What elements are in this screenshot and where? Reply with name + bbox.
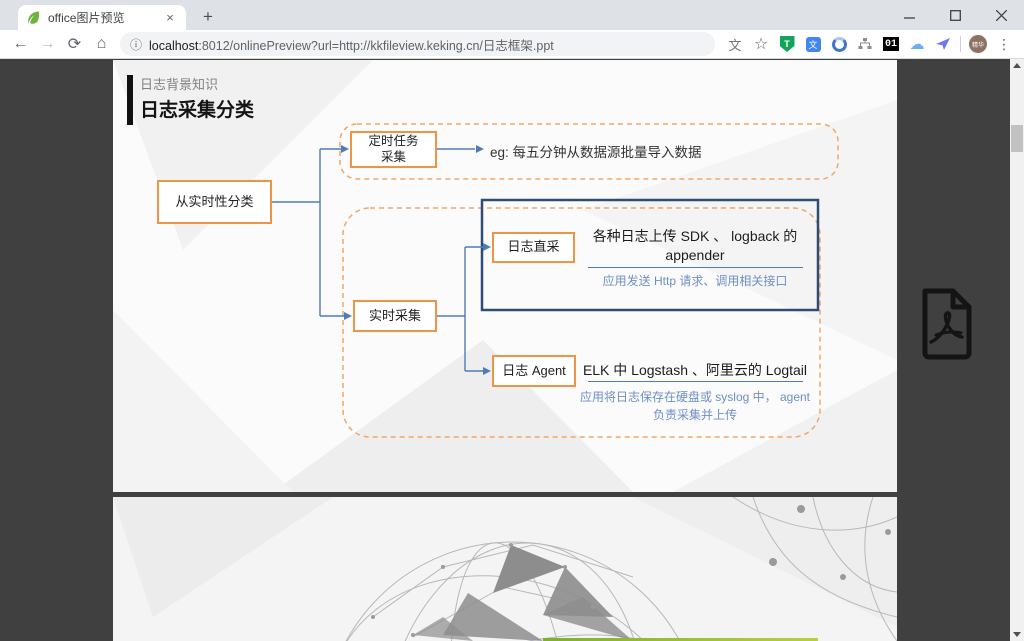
- window-controls: [886, 0, 1024, 30]
- agent-underline: [588, 381, 803, 382]
- browser-toolbar: ← → ⟳ ⌂ ⓘ localhost:8012/onlinePreview?u…: [0, 30, 1024, 59]
- extension-01-icon[interactable]: 01: [879, 32, 903, 56]
- pdf-file-icon[interactable]: [916, 286, 976, 362]
- slide-1: 日志背景知识 日志采集分类: [113, 60, 897, 492]
- favicon-leaf-icon: [26, 10, 41, 25]
- tab-close-icon[interactable]: ×: [162, 10, 178, 26]
- node-log-agent: 日志 Agent: [492, 355, 576, 387]
- maximize-button[interactable]: [932, 0, 978, 30]
- url-path: :8012/onlinePreview?url=http://kkfilevie…: [198, 39, 553, 53]
- scrollbar-up-arrow-icon[interactable]: [1013, 63, 1021, 68]
- slide-2: [113, 497, 897, 641]
- new-tab-button[interactable]: +: [196, 7, 220, 27]
- agent-title: ELK 中 Logstash 、阿里云的 Logtail: [580, 361, 810, 380]
- bookmark-star-icon[interactable]: ☆: [749, 32, 773, 56]
- agent-note: 应用将日志保存在硬盘或 syslog 中， agent 负责采集并上传: [575, 388, 815, 424]
- timed-task-example: eg: 每五分钟从数据源批量导入数据: [490, 141, 702, 161]
- scrollbar-thumb[interactable]: [1011, 125, 1023, 152]
- vertical-scrollbar[interactable]: [1010, 59, 1024, 641]
- preview-content-area: 日志背景知识 日志采集分类: [0, 59, 1024, 641]
- page-info-icon[interactable]: ⓘ: [130, 36, 142, 53]
- node-direct-collect: 日志直采: [492, 232, 575, 263]
- reload-button[interactable]: ⟳: [61, 31, 88, 57]
- extension-green-shield-icon[interactable]: T: [775, 32, 799, 56]
- forward-button[interactable]: →: [34, 31, 61, 57]
- window-titlebar: office图片预览 × +: [0, 0, 1024, 30]
- toolbar-separator: [960, 36, 961, 52]
- extension-bird-icon[interactable]: [931, 32, 955, 56]
- url-text: localhost:8012/onlinePreview?url=http://…: [149, 35, 554, 54]
- direct-collect-note: 应用发送 Http 请求、调用相关接口: [575, 272, 815, 290]
- direct-collect-title: 各种日志上传 SDK 、 logback 的 appender: [580, 227, 810, 265]
- extension-sitemap-icon[interactable]: [853, 32, 877, 56]
- node-realtime: 实时采集: [353, 300, 437, 332]
- chrome-menu-icon[interactable]: ⋮: [992, 32, 1016, 56]
- close-window-button[interactable]: [978, 0, 1024, 30]
- direct-underline: [588, 267, 803, 268]
- extension-cloud-icon[interactable]: ☁: [905, 32, 929, 56]
- extension-blue-translate-icon[interactable]: 文: [801, 32, 825, 56]
- node-root: 从实时性分类: [157, 180, 272, 224]
- address-bar[interactable]: ⓘ localhost:8012/onlinePreview?url=http:…: [120, 32, 715, 56]
- node-timed-task: 定时任务 采集: [350, 131, 437, 168]
- extension-swirl-icon[interactable]: [827, 32, 851, 56]
- slide2-globe-graphic: [113, 497, 897, 641]
- node-timed-line2: 采集: [381, 150, 406, 164]
- url-host: localhost: [149, 39, 198, 53]
- node-timed-line1: 定时任务: [368, 134, 418, 148]
- scrollbar-down-arrow-icon[interactable]: [1013, 632, 1021, 637]
- browser-tab[interactable]: office图片预览 ×: [18, 5, 186, 30]
- profile-avatar[interactable]: 精华: [966, 32, 990, 56]
- back-button[interactable]: ←: [7, 31, 34, 57]
- translate-icon[interactable]: 文: [723, 32, 747, 56]
- minimize-button[interactable]: [886, 0, 932, 30]
- home-button[interactable]: ⌂: [88, 31, 115, 57]
- tab-title: office图片预览: [48, 9, 162, 26]
